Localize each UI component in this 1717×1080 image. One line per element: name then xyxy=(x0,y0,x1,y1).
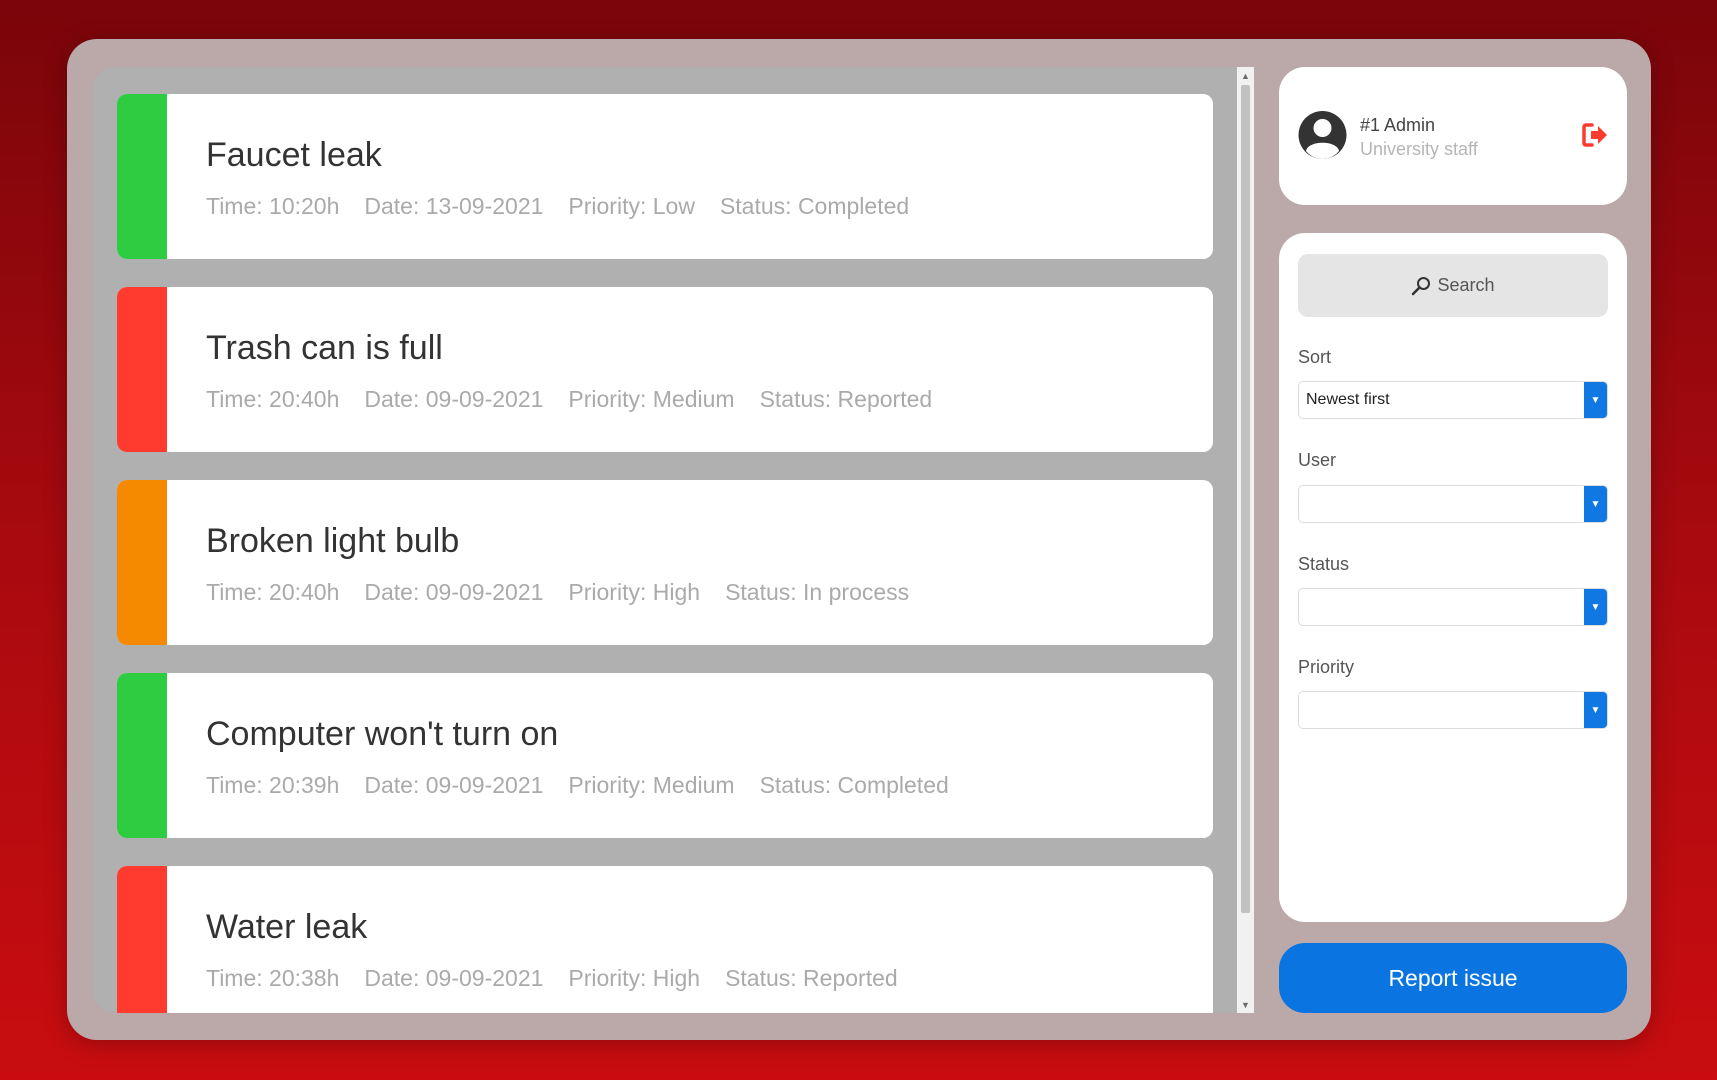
search-button[interactable]: Search xyxy=(1298,254,1608,317)
chevron-down-icon[interactable]: ▼ xyxy=(1584,486,1607,522)
issue-title: Trash can is full xyxy=(206,329,443,367)
sort-select-value: Newest first xyxy=(1306,391,1390,408)
issue-status-stripe xyxy=(117,866,167,1013)
issue-title: Faucet leak xyxy=(206,136,382,174)
issue-status: Status: In process xyxy=(725,579,910,605)
magnifier-icon xyxy=(1412,276,1431,295)
issue-time: Time: 20:40h xyxy=(206,386,340,412)
issue-priority: Priority: High xyxy=(568,579,701,605)
issue-status-stripe xyxy=(117,673,167,838)
user-select[interactable]: ▼ xyxy=(1298,485,1608,523)
issue-meta: Time: 10:20h Date: 13-09-2021 Priority: … xyxy=(206,193,909,220)
user-name: #1 Admin xyxy=(1360,115,1436,135)
issue-date: Date: 09-09-2021 xyxy=(364,965,544,991)
scroll-up-arrow-icon[interactable]: ▲ xyxy=(1237,67,1254,84)
chevron-down-icon[interactable]: ▼ xyxy=(1584,692,1607,728)
issue-priority: Priority: Low xyxy=(568,193,695,219)
issue-date: Date: 13-09-2021 xyxy=(364,193,544,219)
issue-card[interactable]: Faucet leak Time: 10:20h Date: 13-09-202… xyxy=(117,94,1213,259)
issue-status: Status: Reported xyxy=(759,386,933,412)
issue-time: Time: 20:38h xyxy=(206,965,340,991)
user-avatar-icon xyxy=(1298,111,1347,159)
issue-priority: Priority: Medium xyxy=(568,772,735,798)
status-select[interactable]: ▼ xyxy=(1298,588,1608,626)
sort-select[interactable]: Newest first ▼ xyxy=(1298,381,1608,419)
issue-meta: Time: 20:40h Date: 09-09-2021 Priority: … xyxy=(206,579,909,606)
issue-status-stripe xyxy=(117,480,167,645)
issue-time: Time: 10:20h xyxy=(206,193,340,219)
scrollbar-thumb[interactable] xyxy=(1241,85,1250,913)
logout-icon[interactable] xyxy=(1581,122,1609,148)
issue-status-stripe xyxy=(117,287,167,452)
issue-status-stripe xyxy=(117,94,167,259)
issue-priority: Priority: Medium xyxy=(568,386,735,412)
issue-date: Date: 09-09-2021 xyxy=(364,579,544,605)
issue-title: Water leak xyxy=(206,908,368,946)
issue-meta: Time: 20:38h Date: 09-09-2021 Priority: … xyxy=(206,965,898,992)
chevron-down-icon[interactable]: ▼ xyxy=(1584,382,1607,418)
chevron-down-icon[interactable]: ▼ xyxy=(1584,589,1607,625)
issue-list[interactable]: Faucet leak Time: 10:20h Date: 13-09-202… xyxy=(93,67,1255,1013)
sort-label: Sort xyxy=(1298,347,1332,367)
issue-card[interactable]: Broken light bulb Time: 20:40h Date: 09-… xyxy=(117,480,1213,645)
issue-meta: Time: 20:39h Date: 09-09-2021 Priority: … xyxy=(206,772,949,799)
priority-select[interactable]: ▼ xyxy=(1298,691,1608,729)
app-frame: Faucet leak Time: 10:20h Date: 13-09-202… xyxy=(67,39,1651,1040)
issue-title: Broken light bulb xyxy=(206,522,460,560)
issue-status: Status: Completed xyxy=(719,193,910,219)
search-button-label: Search xyxy=(1437,275,1495,295)
issue-card[interactable]: Trash can is full Time: 20:40h Date: 09-… xyxy=(117,287,1213,452)
priority-label: Priority xyxy=(1298,657,1355,677)
user-label: User xyxy=(1298,450,1337,470)
issue-status: Status: Completed xyxy=(759,772,949,798)
issue-meta: Time: 20:40h Date: 09-09-2021 Priority: … xyxy=(206,386,932,413)
user-role: University staff xyxy=(1360,139,1478,159)
issue-title: Computer won't turn on xyxy=(206,715,559,753)
user-card: #1 Admin University staff xyxy=(1279,67,1627,205)
filter-panel: Search Sort Newest first ▼ User ▼ Status… xyxy=(1279,233,1627,922)
issue-date: Date: 09-09-2021 xyxy=(364,772,544,798)
scroll-down-arrow-icon[interactable]: ▼ xyxy=(1237,996,1254,1013)
issue-list-scrollbar[interactable]: ▲ ▼ xyxy=(1237,67,1254,1013)
issue-priority: Priority: High xyxy=(568,965,701,991)
issue-date: Date: 09-09-2021 xyxy=(364,386,544,412)
report-issue-button[interactable]: Report issue xyxy=(1279,943,1627,1013)
issue-time: Time: 20:40h xyxy=(206,579,340,605)
issue-status: Status: Reported xyxy=(725,965,898,991)
issue-time: Time: 20:39h xyxy=(206,772,340,798)
issue-card[interactable]: Computer won't turn on Time: 20:39h Date… xyxy=(117,673,1213,838)
status-label: Status xyxy=(1298,554,1350,574)
issue-card[interactable]: Water leak Time: 20:38h Date: 09-09-2021… xyxy=(117,866,1213,1013)
